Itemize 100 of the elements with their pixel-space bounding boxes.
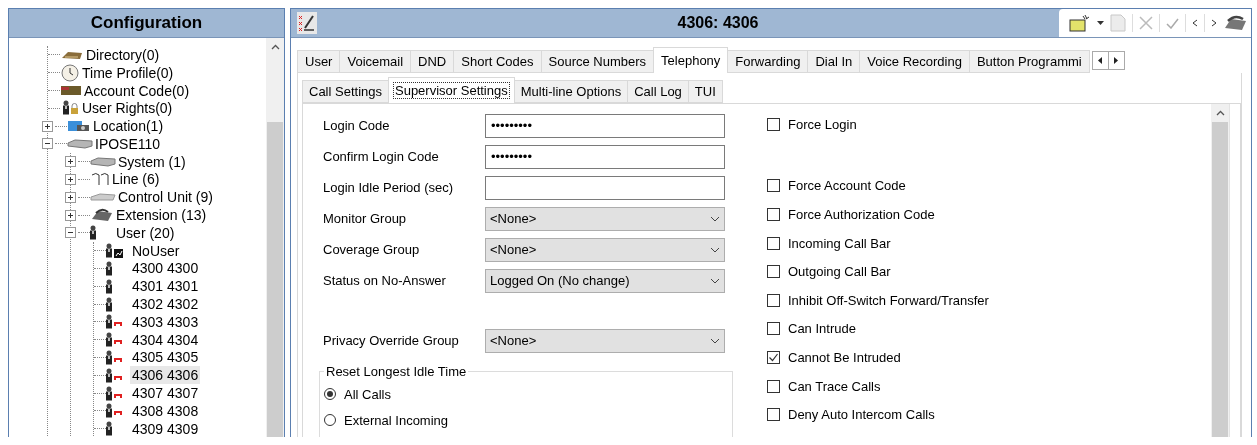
tree-item[interactable]: 4306 4306 — [130, 366, 201, 385]
checkbox-label: Force Account Code — [788, 178, 906, 194]
back-icon[interactable] — [1192, 19, 1198, 27]
checkbox[interactable] — [767, 236, 780, 250]
checkbox-label: Outgoing Call Bar — [788, 264, 891, 280]
dropdown[interactable]: Logged On (No change) — [485, 268, 725, 293]
chevron-down-icon — [710, 337, 720, 344]
checkbox-label: Cannot Be Intruded — [788, 349, 901, 365]
dropdown[interactable]: <None> — [485, 206, 725, 231]
tree-item[interactable]: Line (6) — [110, 170, 162, 189]
tree-item[interactable]: Extension (13) — [114, 206, 209, 225]
tab[interactable]: Button Programmi — [968, 50, 1090, 73]
tree-item[interactable]: User (20) — [114, 223, 177, 242]
checkbox[interactable] — [767, 350, 780, 364]
triangle-left-icon — [1098, 56, 1103, 64]
radio-label: All Calls — [344, 386, 391, 402]
tree-item[interactable]: 4300 4300 — [130, 259, 201, 278]
plus-icon — [67, 193, 74, 201]
triangle-right-icon — [1114, 56, 1119, 64]
device-icon — [90, 192, 116, 203]
password-field[interactable]: ••••••••• — [485, 113, 725, 138]
radio-label: External Incoming — [344, 412, 449, 428]
scrollbar[interactable] — [266, 38, 284, 437]
tab[interactable]: Source Numbers — [540, 50, 655, 73]
tree-item[interactable]: Directory(0) — [84, 45, 162, 64]
tree-item[interactable]: IPOSE110 — [93, 134, 163, 153]
new-folder-icon[interactable] — [1069, 14, 1091, 32]
tree-item[interactable]: 4302 4302 — [130, 295, 201, 314]
plus-icon — [67, 158, 74, 166]
tab[interactable]: Dial In — [807, 50, 861, 73]
tab[interactable]: TUI — [687, 80, 723, 103]
tree-item[interactable]: 4307 4307 — [130, 384, 201, 403]
checkbox-label: Deny Auto Intercom Calls — [788, 407, 935, 423]
tree-item[interactable]: User Rights(0) — [80, 99, 175, 118]
checkbox-label: Incoming Call Bar — [788, 235, 891, 251]
tree-item[interactable]: 4303 4303 — [130, 312, 201, 331]
password-field[interactable]: ••••••••• — [485, 144, 725, 169]
tab-scroll-left[interactable] — [1091, 50, 1109, 70]
tree-item[interactable]: Location(1) — [91, 117, 166, 136]
tree-item[interactable]: 4309 4309 — [130, 419, 201, 437]
check-icon[interactable] — [1166, 17, 1179, 29]
tab[interactable]: Multi-line Options — [513, 80, 629, 103]
collapse-toggle[interactable] — [65, 227, 76, 239]
expand-toggle[interactable] — [65, 173, 76, 185]
field-label: Login Code — [323, 118, 391, 133]
tree-item[interactable]: Account Code(0) — [82, 81, 192, 100]
tab[interactable]: Voice Recording — [859, 50, 970, 73]
checkbox-label: Force Login — [788, 116, 857, 132]
tab[interactable]: Voicemail — [339, 50, 412, 73]
tab[interactable]: DND — [410, 50, 455, 73]
phone-icon[interactable] — [1223, 14, 1247, 32]
clock-icon — [60, 63, 80, 82]
edit-icon — [297, 12, 317, 34]
expand-toggle[interactable] — [42, 120, 53, 132]
scroll-up-icon[interactable] — [1215, 110, 1225, 116]
tab[interactable]: Forwarding — [727, 50, 809, 73]
checkbox[interactable] — [767, 208, 780, 221]
line-icon — [90, 171, 110, 188]
dropdown[interactable]: <None> — [485, 328, 725, 353]
tree-item[interactable]: Control Unit (9) — [116, 188, 215, 207]
tree-item[interactable]: 4308 4308 — [130, 401, 201, 420]
checkbox[interactable] — [767, 117, 780, 131]
input-field[interactable] — [485, 175, 725, 200]
checkbox[interactable] — [767, 265, 780, 279]
collapse-toggle[interactable] — [42, 138, 53, 150]
checkbox[interactable] — [767, 408, 780, 422]
device-icon — [90, 155, 116, 168]
expand-toggle[interactable] — [65, 209, 76, 221]
forward-icon[interactable] — [1211, 19, 1217, 27]
caret-icon[interactable] — [1097, 21, 1104, 25]
group-title: Reset Longest Idle Time — [325, 364, 468, 379]
checkbox[interactable] — [767, 322, 780, 336]
checkbox[interactable] — [767, 293, 780, 307]
tree-item[interactable]: 4304 4304 — [130, 330, 201, 349]
checkbox[interactable] — [767, 179, 780, 193]
tree-item[interactable]: Time Profile(0) — [80, 63, 176, 82]
checkbox[interactable] — [767, 379, 780, 393]
field-label: Confirm Login Code — [323, 149, 440, 164]
tree-item[interactable]: 4301 4301 — [130, 277, 201, 296]
user-lock-icon — [60, 99, 80, 118]
expand-toggle[interactable] — [65, 191, 76, 203]
field-label: Coverage Group — [323, 242, 421, 257]
scrollbar[interactable] — [1211, 104, 1229, 437]
check-icon — [768, 351, 779, 363]
tree-item[interactable]: NoUser — [130, 241, 182, 260]
tab[interactable]: Short Codes — [453, 50, 542, 73]
scroll-up-icon[interactable] — [270, 44, 280, 50]
chevron-down-icon — [710, 215, 720, 222]
tree-item[interactable]: System (1) — [116, 152, 188, 171]
tab[interactable]: User — [297, 50, 341, 73]
phone-icon — [90, 207, 114, 224]
tree-item[interactable]: 4305 4305 — [130, 348, 201, 367]
device-icon — [67, 137, 93, 150]
tab[interactable]: Call Settings — [302, 80, 389, 103]
field-label: Monitor Group — [323, 211, 408, 226]
dropdown[interactable]: <None> — [485, 237, 725, 262]
tab[interactable]: Call Log — [627, 80, 689, 103]
checkbox-label: Can Trace Calls — [788, 378, 881, 394]
expand-toggle[interactable] — [65, 156, 76, 168]
plus-icon — [67, 175, 74, 183]
